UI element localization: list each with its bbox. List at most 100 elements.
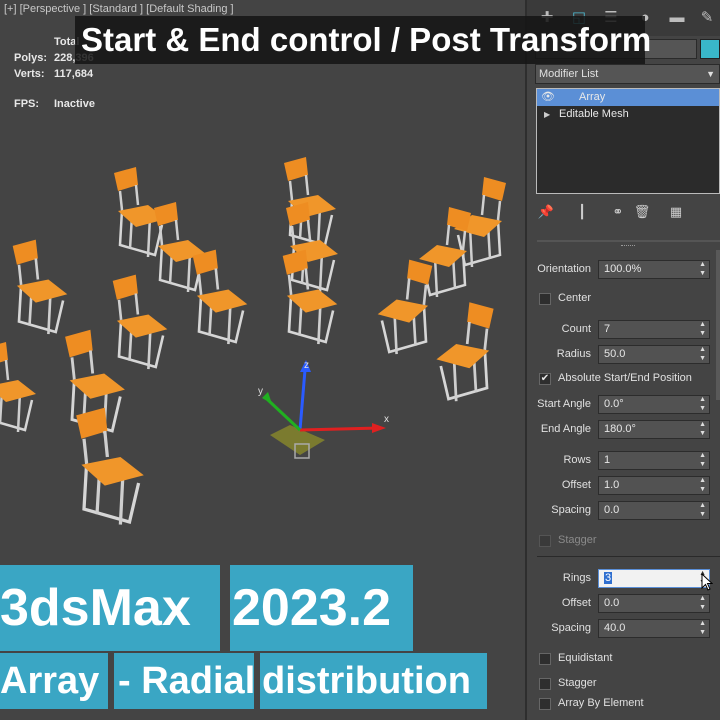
spinner-value: 1.0 bbox=[604, 479, 620, 491]
radius-label: Radius bbox=[556, 348, 591, 360]
offset-label: Offset bbox=[561, 597, 591, 609]
stagger-label: Stagger bbox=[558, 677, 597, 689]
display-tab-icon[interactable]: ▬ bbox=[667, 8, 687, 28]
caption-product: 3dsMax bbox=[0, 565, 220, 651]
axis-label-y: y bbox=[258, 386, 263, 397]
spinner-value: 1 bbox=[604, 454, 611, 466]
rows-row: Rows 1 ▲ ▼ bbox=[527, 451, 720, 471]
center-label: Center bbox=[558, 292, 592, 304]
spinner-value: 0.0 bbox=[604, 504, 620, 516]
rings-offset-spinner[interactable]: 0.0 ▲ ▼ bbox=[598, 594, 710, 613]
radius-spinner[interactable]: 50.0 ▲ ▼ bbox=[598, 345, 710, 364]
rows-offset-spinner[interactable]: 1.0 ▲ ▼ bbox=[598, 476, 710, 495]
radius-row: Radius 50.0 ▲ ▼ bbox=[527, 345, 720, 365]
start-angle-label: Start Angle bbox=[537, 398, 591, 410]
stack-item-label: Editable Mesh bbox=[559, 108, 629, 120]
stats-row: Verts: 117,684 bbox=[14, 66, 94, 82]
rings-offset-row: Offset 0.0 ▲ ▼ bbox=[527, 594, 720, 614]
fps-readout: FPS: Inactive bbox=[14, 98, 95, 110]
remove-modifier-icon[interactable]: 🗑 bbox=[633, 203, 651, 221]
end-angle-spinner[interactable]: 180.0° ▲ ▼ bbox=[598, 420, 710, 439]
rows-spacing-row: Spacing 0.0 ▲ ▼ bbox=[527, 501, 720, 521]
configure-sets-icon[interactable]: ▦ bbox=[667, 203, 685, 221]
chevron-down-icon: ▼ bbox=[706, 69, 715, 79]
count-row: Count 7 ▲ ▼ bbox=[527, 320, 720, 340]
rings-label: Rings bbox=[562, 572, 591, 584]
rows-spinner[interactable]: 1 ▲ ▼ bbox=[598, 451, 710, 470]
count-spinner[interactable]: 7 ▲ ▼ bbox=[598, 320, 710, 339]
spinner-arrows-icon[interactable]: ▲▼ bbox=[699, 320, 706, 338]
chair-model bbox=[112, 274, 168, 370]
rollout-divider bbox=[537, 240, 720, 242]
caption-version: 2023.2 bbox=[230, 565, 413, 651]
stats-value: 117,684 bbox=[54, 68, 94, 80]
chair-model bbox=[12, 239, 68, 335]
spacing-label: Spacing bbox=[551, 504, 591, 516]
stack-item-label: Array bbox=[579, 91, 606, 103]
stack-item-editable-mesh[interactable]: ▶ Editable Mesh bbox=[537, 106, 719, 123]
pin-stack-icon[interactable]: 📌 bbox=[537, 203, 555, 221]
viewport-label-menu[interactable]: [+] [Perspective ] [Standard ] [Default … bbox=[4, 3, 234, 15]
spinner-value: 0.0 bbox=[604, 597, 620, 609]
rings-row: Rings 3▲▼ bbox=[527, 569, 720, 589]
stats-key: Verts: bbox=[14, 68, 45, 80]
caption-mode: - Radial bbox=[114, 653, 255, 709]
command-panel: ✚ ◱ ☰ ● ▬ ✎ Modifier List▼ 👁 Array ▶ Edi… bbox=[525, 0, 720, 720]
rings-stagger-checkbox[interactable] bbox=[539, 678, 551, 690]
spinner-arrows-icon[interactable]: ▲▼ bbox=[699, 619, 706, 637]
spinner-arrows-icon[interactable]: ▲▼ bbox=[699, 395, 706, 413]
modifier-stack[interactable]: 👁 Array ▶ Editable Mesh bbox=[536, 88, 720, 194]
chair-model bbox=[76, 407, 144, 525]
caption-distribution: distribution bbox=[260, 653, 487, 709]
modifier-list-dropdown[interactable]: Modifier List ▼ bbox=[535, 64, 720, 84]
make-unique-icon[interactable]: ⚭ bbox=[609, 203, 627, 221]
spinner-arrows-icon[interactable]: ▲▼ bbox=[699, 345, 706, 363]
stack-toolbar: 📌 ┃ ⚭ 🗑 ▦ bbox=[535, 203, 720, 223]
stagger-label: Stagger bbox=[558, 534, 597, 546]
chair-model bbox=[436, 302, 494, 402]
equidistant-checkbox[interactable] bbox=[539, 653, 551, 665]
utilities-tab-icon[interactable]: ✎ bbox=[697, 8, 717, 28]
equidistant-label: Equidistant bbox=[558, 652, 613, 664]
object-color-swatch[interactable] bbox=[700, 39, 720, 59]
offset-label: Offset bbox=[561, 479, 591, 491]
eye-icon[interactable]: 👁 bbox=[541, 89, 555, 106]
spinner-arrows-icon[interactable]: ▲▼ bbox=[699, 594, 706, 612]
transform-gizmo bbox=[262, 360, 386, 459]
spinner-arrows-icon[interactable]: ▲▼ bbox=[699, 420, 706, 438]
start-angle-spinner[interactable]: 0.0° ▲ ▼ bbox=[598, 395, 710, 414]
chair-model bbox=[282, 249, 338, 345]
stats-key: Polys: bbox=[14, 52, 48, 64]
spacing-label: Spacing bbox=[551, 622, 591, 634]
rollout-grip[interactable] bbox=[621, 245, 635, 248]
array-by-element-checkbox[interactable] bbox=[539, 698, 551, 710]
expand-triangle-icon[interactable]: ▶ bbox=[544, 106, 550, 123]
rings-spacing-row: Spacing 40.0 ▲ ▼ bbox=[527, 619, 720, 639]
start-angle-row: Start Angle 0.0° ▲ ▼ bbox=[527, 395, 720, 415]
spinner-arrows-icon[interactable]: ▲▼ bbox=[699, 476, 706, 494]
rings-spinner[interactable]: 3▲▼ bbox=[598, 569, 710, 588]
rows-label: Rows bbox=[563, 454, 591, 466]
title-banner: Start & End control / Post Transform bbox=[75, 16, 651, 64]
axis-label-z: z bbox=[304, 360, 309, 371]
center-checkbox[interactable] bbox=[539, 293, 551, 305]
absolute-start-end-label: Absolute Start/End Position bbox=[558, 372, 692, 384]
spinner-value: 100.0% bbox=[604, 263, 642, 275]
spinner-arrows-icon[interactable]: ▲▼ bbox=[699, 260, 706, 278]
end-angle-row: End Angle 180.0° ▲ ▼ bbox=[527, 420, 720, 440]
rows-stagger-checkbox[interactable] bbox=[539, 535, 551, 547]
orientation-label: Orientation bbox=[537, 263, 591, 275]
spinner-value: 7 bbox=[604, 323, 611, 335]
absolute-start-end-checkbox[interactable]: ✔ bbox=[539, 373, 551, 385]
caption-feature: Array bbox=[0, 653, 108, 709]
spinner-arrows-icon[interactable]: ▲▼ bbox=[699, 451, 706, 469]
show-end-result-icon[interactable]: ┃ bbox=[573, 203, 591, 221]
stack-item-array[interactable]: 👁 Array bbox=[537, 89, 719, 106]
spinner-value: 180.0° bbox=[604, 423, 636, 435]
chair-model bbox=[192, 249, 248, 345]
group-divider bbox=[537, 556, 720, 557]
spinner-arrows-icon[interactable]: ▲▼ bbox=[699, 501, 706, 519]
orientation-spinner[interactable]: 100.0% ▲ ▼ bbox=[598, 260, 710, 279]
rows-spacing-spinner[interactable]: 0.0 ▲ ▼ bbox=[598, 501, 710, 520]
rings-spacing-spinner[interactable]: 40.0 ▲ ▼ bbox=[598, 619, 710, 638]
